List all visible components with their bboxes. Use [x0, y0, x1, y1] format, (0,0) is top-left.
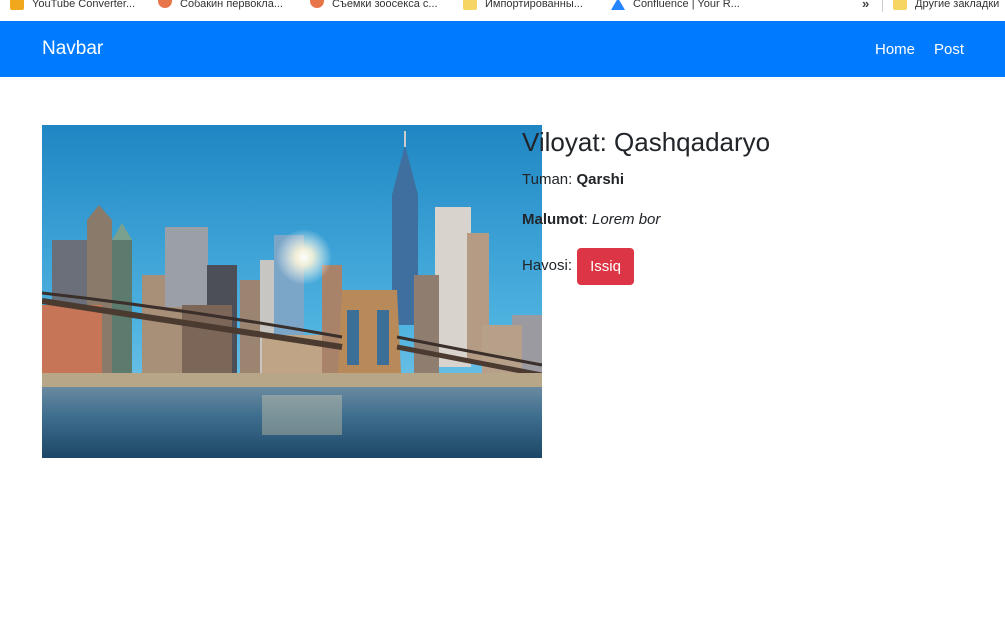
navbar: Navbar Home Post: [0, 21, 1005, 77]
malumot-line: Malumot: Lorem bor: [522, 211, 660, 228]
havo-label: Havosi:: [522, 257, 573, 274]
bookmark-label: Импортированны...: [485, 0, 583, 10]
malumot-separator: :: [583, 211, 588, 228]
bookmark-semki[interactable]: Съемки зоосекса с...: [310, 0, 438, 13]
tuman-label: Tuman:: [522, 171, 573, 188]
bookmark-confluence[interactable]: Confluence | Your R...: [611, 0, 740, 13]
malumot-label: Malumot: [522, 211, 584, 228]
city-skyline-image: [42, 125, 542, 458]
bookmark-label: Confluence | Your R...: [633, 0, 740, 10]
bookmark-youtube-converter[interactable]: YouTube Converter...: [10, 0, 135, 13]
bookmark-sobakin[interactable]: Собакин первокла...: [158, 0, 283, 13]
bowl-icon: [310, 0, 324, 8]
bookmarks-divider: [882, 0, 883, 12]
atlassian-icon: [611, 0, 625, 10]
bowl-icon: [158, 0, 172, 8]
tuman-value: Qarshi: [576, 171, 624, 188]
bookmark-imported[interactable]: Импортированны...: [463, 0, 583, 13]
bookmark-other[interactable]: Другие закладки: [893, 0, 999, 13]
bookmark-label: Другие закладки: [915, 0, 1000, 10]
bookmarks-bar: YouTube Converter... Собакин первокла...…: [0, 0, 1005, 21]
tuman-line: Tuman: Qarshi: [522, 171, 624, 188]
region-heading: Viloyat: Qashqadaryo: [522, 127, 771, 157]
navbar-brand[interactable]: Navbar: [42, 38, 103, 60]
weather-button[interactable]: Issiq: [577, 248, 634, 285]
folder-icon: [463, 0, 477, 10]
nav-link-post[interactable]: Post: [934, 41, 964, 58]
folder-icon: [893, 0, 907, 10]
bookmark-label: Собакин первокла...: [180, 0, 283, 10]
havo-line: Havosi:: [522, 257, 572, 274]
bookmark-label: Съемки зоосекса с...: [332, 0, 438, 10]
nav-link-home[interactable]: Home: [875, 41, 915, 58]
malumot-value: Lorem bor: [592, 211, 661, 228]
bookmark-label: YouTube Converter...: [32, 0, 136, 10]
youtube-converter-icon: [10, 0, 24, 10]
bookmarks-more-button[interactable]: »: [862, 0, 869, 11]
